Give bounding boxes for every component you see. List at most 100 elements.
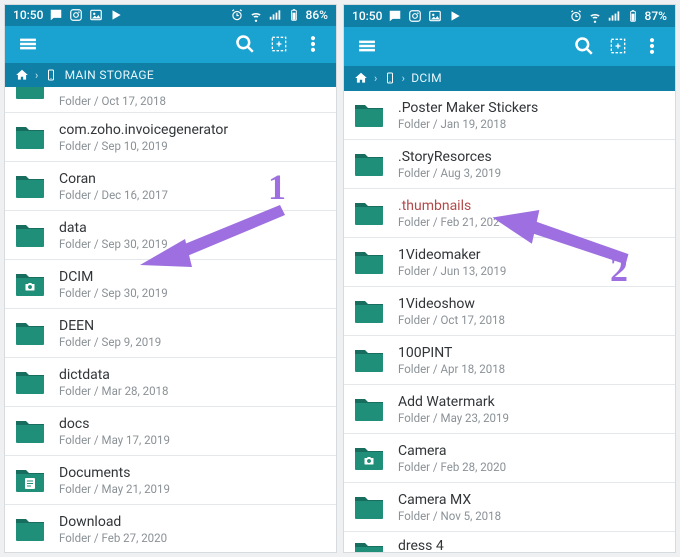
folder-icon [15, 367, 45, 397]
list-item-subtitle: Folder / Dec 16, 2017 [59, 188, 168, 202]
list-item[interactable]: 1Videomaker Folder / Jun 13, 2019 [344, 238, 675, 287]
file-list[interactable]: .Poster Maker Stickers Folder / Jan 19, … [344, 91, 675, 552]
list-item[interactable]: Documents Folder / May 21, 2019 [5, 456, 336, 505]
folder-icon [354, 100, 384, 130]
list-item[interactable]: Add Watermark Folder / May 23, 2019 [344, 385, 675, 434]
signal-icon [607, 9, 621, 23]
folder-icon [15, 318, 45, 348]
search-button[interactable] [567, 29, 601, 63]
folder-icon [15, 87, 45, 108]
menu-button[interactable] [11, 27, 45, 61]
list-item-subtitle: Folder / Feb 28, 2020 [398, 460, 506, 474]
gallery-icon [89, 8, 103, 22]
status-battery-pct: 86% [306, 8, 328, 22]
list-item-subtitle: Folder / Sep 30, 2019 [59, 237, 168, 251]
list-item[interactable]: data Folder / Sep 30, 2019 [5, 211, 336, 260]
list-item-subtitle: Folder / Apr 18, 2018 [398, 362, 505, 376]
wifi-icon [249, 8, 263, 22]
list-item[interactable]: DEEN Folder / Sep 9, 2019 [5, 309, 336, 358]
folder-icon [354, 443, 384, 473]
status-battery-pct: 87% [645, 9, 667, 23]
select-button[interactable] [601, 29, 635, 63]
list-item[interactable]: DCIM Folder / Sep 30, 2019 [5, 260, 336, 309]
device-icon[interactable] [384, 71, 396, 85]
list-item-title: .thumbnails [398, 198, 500, 215]
list-item-subtitle: Folder / May 23, 2019 [398, 411, 509, 425]
home-icon[interactable] [15, 68, 29, 82]
breadcrumb-label[interactable]: DCIM [411, 71, 442, 85]
list-item-subtitle: Folder / Feb 27, 2020 [59, 531, 167, 545]
app-bar [5, 26, 336, 63]
list-item[interactable]: Folder / Oct 17, 2018 [5, 87, 336, 113]
more-button[interactable] [635, 29, 669, 63]
folder-icon [354, 198, 384, 228]
folder-icon [354, 394, 384, 424]
list-item[interactable]: dictdata Folder / Mar 28, 2018 [5, 358, 336, 407]
breadcrumb: › MAIN STORAGE [5, 63, 336, 87]
wifi-icon [588, 9, 602, 23]
folder-icon [15, 122, 45, 152]
screenshot-pane: 10:50 87% › › DCIM [343, 4, 676, 553]
menu-button[interactable] [350, 29, 384, 63]
status-bar: 10:50 87% [344, 5, 675, 27]
home-icon[interactable] [354, 71, 368, 85]
messenger-icon [49, 8, 63, 22]
list-item-title: 1Videoshow [398, 296, 505, 313]
youtube-icon [109, 8, 123, 22]
list-item[interactable]: dress 4 [344, 532, 675, 552]
select-button[interactable] [262, 27, 296, 61]
list-item[interactable]: .StoryResorces Folder / Aug 3, 2019 [344, 140, 675, 189]
list-item-subtitle: Folder / Feb 21, 202 [398, 215, 500, 229]
list-item[interactable]: Coran Folder / Dec 16, 2017 [5, 162, 336, 211]
list-item[interactable]: .thumbnails Folder / Feb 21, 202 [344, 189, 675, 238]
folder-icon [354, 538, 384, 552]
messenger-icon [388, 9, 402, 23]
list-item-title: .Poster Maker Stickers [398, 100, 538, 117]
chevron-right-icon: › [35, 69, 39, 82]
folder-icon [15, 171, 45, 201]
instagram-icon [69, 8, 83, 22]
list-item[interactable]: Camera MX Folder / Nov 5, 2018 [344, 483, 675, 532]
list-item[interactable]: 100PINT Folder / Apr 18, 2018 [344, 336, 675, 385]
folder-icon [354, 149, 384, 179]
list-item-title: Documents [59, 465, 170, 482]
list-item[interactable]: Camera Folder / Feb 28, 2020 [344, 434, 675, 483]
list-item-subtitle: Folder / Oct 17, 2018 [398, 313, 505, 327]
list-item[interactable]: 1Videoshow Folder / Oct 17, 2018 [344, 287, 675, 336]
folder-icon [15, 514, 45, 544]
list-item-subtitle: Folder / Sep 30, 2019 [59, 286, 168, 300]
list-item-title: Coran [59, 171, 168, 188]
list-item-subtitle: Folder / Nov 5, 2018 [398, 509, 501, 523]
list-item[interactable]: docs Folder / May 17, 2019 [5, 407, 336, 456]
list-item-subtitle: Folder / Sep 10, 2019 [59, 139, 228, 153]
folder-icon [15, 416, 45, 446]
search-button[interactable] [228, 27, 262, 61]
list-item[interactable]: com.zoho.invoicegenerator Folder / Sep 1… [5, 113, 336, 162]
breadcrumb: › › DCIM [344, 66, 675, 91]
status-bar: 10:50 86% [5, 5, 336, 26]
battery-icon [626, 9, 640, 23]
list-item-title: .StoryResorces [398, 149, 501, 166]
list-item-subtitle: Folder / Mar 28, 2018 [59, 384, 168, 398]
list-item-title: Camera MX [398, 492, 501, 509]
list-item-title: 1Videomaker [398, 247, 506, 264]
list-item[interactable]: .Poster Maker Stickers Folder / Jan 19, … [344, 91, 675, 140]
list-item-title: DCIM [59, 269, 168, 286]
alarm-icon [569, 9, 583, 23]
file-list[interactable]: Folder / Oct 17, 2018 com.zoho.invoicege… [5, 87, 336, 552]
list-item-subtitle: Folder / Jun 13, 2019 [398, 264, 506, 278]
device-icon[interactable] [45, 68, 57, 82]
list-item[interactable]: Download Folder / Feb 27, 2020 [5, 505, 336, 552]
folder-icon [354, 345, 384, 375]
status-time: 10:50 [13, 8, 43, 22]
list-item-title: dress 4 [398, 538, 444, 552]
youtube-icon [448, 9, 462, 23]
list-item-title: DEEN [59, 318, 161, 335]
instagram-icon [408, 9, 422, 23]
folder-icon [15, 220, 45, 250]
list-item-title: data [59, 220, 168, 237]
signal-icon [268, 8, 282, 22]
chevron-right-icon: › [374, 72, 378, 85]
breadcrumb-label[interactable]: MAIN STORAGE [65, 68, 154, 82]
more-button[interactable] [296, 27, 330, 61]
